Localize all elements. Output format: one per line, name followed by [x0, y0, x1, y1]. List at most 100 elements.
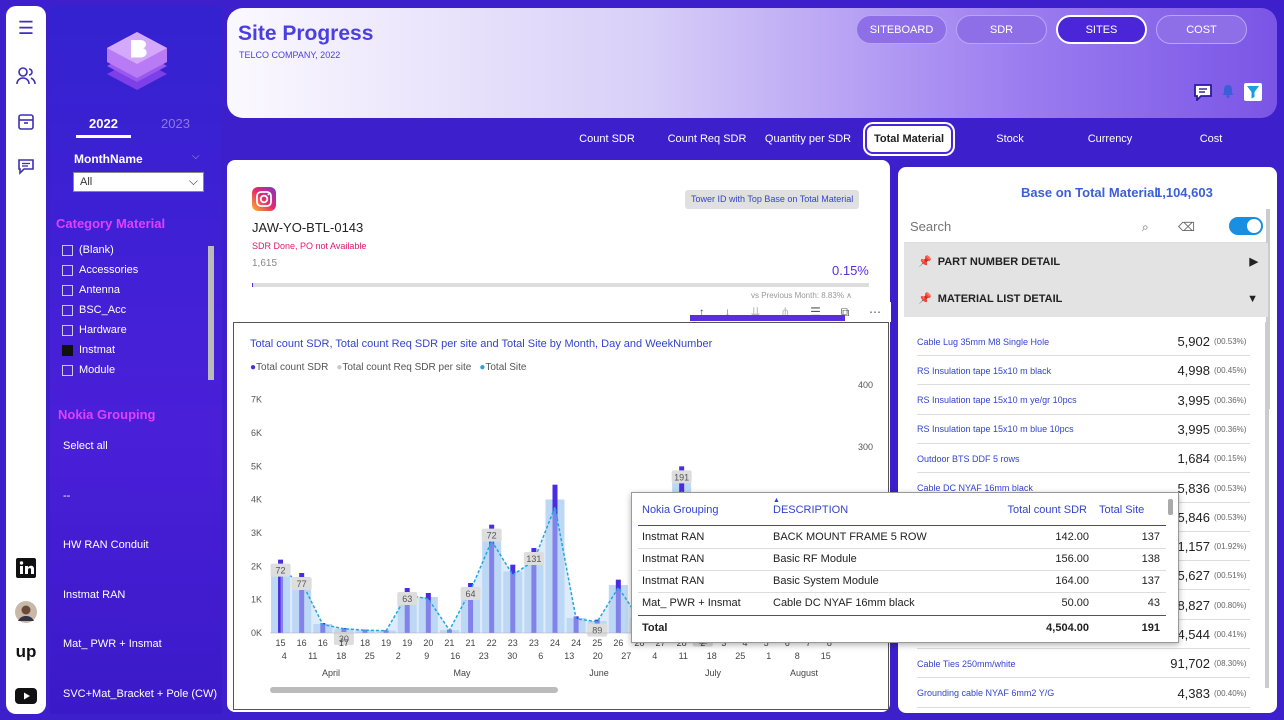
x-day-label: 24 — [571, 638, 581, 648]
nokia-item[interactable]: Select all — [63, 440, 108, 452]
nokia-item[interactable]: Mat_ PWR + Insmat — [63, 638, 162, 650]
upwork-icon[interactable]: up — [14, 640, 38, 664]
tab-total-material[interactable]: Total Material — [865, 124, 953, 154]
material-row[interactable]: RS Insulation tape 15x10 m ye/gr 10pcs 3,… — [917, 387, 1250, 415]
material-row[interactable]: Cable Lug 35mm M8 Single Hole 5,902 (00.53… — [917, 328, 1250, 356]
toggle-switch[interactable] — [1229, 217, 1263, 235]
checkbox[interactable] — [62, 364, 73, 376]
material-row[interactable]: Grounding cable NYAF 6mm2 Y/G 4,383 (00.40… — [917, 680, 1250, 708]
category-item[interactable]: Accessories — [62, 261, 138, 279]
checkbox[interactable] — [62, 304, 73, 316]
tab-count-sdr[interactable]: Count SDR — [567, 124, 647, 154]
checkbox[interactable] — [62, 284, 73, 296]
part-number-detail-label: PART NUMBER DETAIL — [937, 255, 1061, 268]
th-total-count-sdr[interactable]: Total count SDR — [1008, 504, 1087, 516]
chevron-down-icon[interactable]: ⌵ — [192, 151, 200, 162]
nokia-item[interactable]: SVC+Mat_Bracket + Pole (CW) — [63, 688, 217, 700]
avatar[interactable] — [14, 600, 38, 624]
part-number-detail-row[interactable]: 📌 PART NUMBER DETAIL ▶ — [904, 243, 1268, 280]
search-input[interactable] — [910, 219, 1110, 234]
pin-icon: 📌 — [918, 256, 932, 268]
th-nokia-grouping[interactable]: Nokia Grouping — [642, 504, 718, 516]
nokia-item[interactable]: -- — [63, 490, 70, 502]
nokia-item[interactable]: Instmat RAN — [63, 589, 125, 601]
year-tab-2023[interactable]: 2023 — [161, 116, 190, 131]
x-day-label: 24 — [550, 638, 560, 648]
x-week-label: 11 — [679, 651, 688, 661]
material-pct: (00.40%) — [1214, 688, 1247, 698]
youtube-icon[interactable] — [14, 684, 38, 708]
x-week-label: 13 — [564, 651, 574, 661]
bell-icon[interactable] — [1222, 84, 1234, 103]
material-row[interactable]: Cable Ties 250mm/white 91,702 (08.30%) — [917, 650, 1250, 679]
category-item[interactable]: Module — [62, 361, 115, 379]
tab-quantity-per-sdr[interactable]: Quantity per SDR — [761, 124, 855, 154]
data-label: 72 — [487, 531, 497, 541]
category-scrollbar[interactable] — [208, 246, 214, 380]
tab-count-req-sdr[interactable]: Count Req SDR — [663, 124, 751, 154]
users-icon[interactable] — [14, 64, 38, 88]
chart-scrollbar[interactable] — [270, 687, 558, 693]
checkbox[interactable] — [62, 244, 73, 256]
linkedin-icon[interactable] — [14, 556, 38, 580]
x-week-label: 16 — [450, 651, 460, 661]
page-subtitle: TELCO COMPANY, 2022 — [239, 50, 341, 60]
x-week-label: 4 — [282, 651, 287, 661]
filter-icon[interactable] — [1244, 83, 1262, 101]
x-week-label: 11 — [308, 651, 317, 661]
tab-stock[interactable]: Stock — [975, 124, 1045, 154]
material-pct: (08.30%) — [1214, 659, 1247, 669]
menu-icon[interactable]: ☰ — [14, 16, 38, 40]
select-chevron-icon: ⌵ — [188, 174, 198, 188]
th-description[interactable]: DESCRIPTION — [773, 504, 848, 516]
checkbox[interactable] — [62, 324, 73, 336]
material-row[interactable]: Outdoor BTS DDF 5 rows 1,684 (00.15%) — [917, 445, 1250, 474]
x-week-label: 8 — [795, 651, 800, 661]
month-select-value: All — [80, 176, 93, 188]
x-week-label: 2 — [396, 651, 401, 661]
material-pct: (00.36%) — [1214, 424, 1247, 434]
category-item[interactable]: BSC_Acc — [62, 301, 126, 319]
nokia-item[interactable]: HW RAN Conduit — [63, 539, 149, 551]
eraser-icon[interactable]: ⌫ — [1178, 220, 1195, 234]
material-list-detail-row[interactable]: 📌 MATERIAL LIST DETAIL ▼ — [904, 280, 1268, 317]
nav-siteboard[interactable]: SITEBOARD — [856, 15, 947, 44]
month-select[interactable]: All ⌵ — [73, 172, 204, 192]
highlight-strip — [690, 315, 845, 321]
chat-icon[interactable] — [14, 154, 38, 178]
category-item[interactable]: Antenna — [62, 281, 120, 299]
material-value: 5,627 — [1177, 568, 1210, 584]
x-day-label: 16 — [297, 638, 307, 648]
category-item-label: Antenna — [79, 284, 120, 296]
material-row[interactable]: RS Insulation tape 15x10 m blue 10pcs 3,9… — [917, 416, 1250, 444]
tab-cost[interactable]: Cost — [1176, 124, 1246, 154]
x-day-label: 15 — [276, 638, 286, 648]
th-total-site[interactable]: Total Site — [1099, 504, 1144, 516]
x-day-label: 21 — [466, 638, 476, 648]
nav-sdr[interactable]: SDR — [956, 15, 1047, 44]
page-title: Site Progress — [238, 22, 374, 45]
search-icon[interactable]: ⌕ — [1142, 220, 1149, 235]
category-item[interactable]: Hardware — [62, 321, 127, 339]
archive-icon[interactable] — [14, 110, 38, 134]
year-tab-2022[interactable]: 2022 — [76, 116, 131, 138]
category-item[interactable]: (Blank) — [62, 241, 114, 259]
checkbox[interactable] — [62, 344, 73, 356]
y-tick-label: 3K — [251, 528, 262, 538]
comment-icon[interactable] — [1193, 83, 1213, 106]
tooltip-total-site: 191 — [1141, 622, 1160, 634]
more-options-icon[interactable]: ⋯ — [869, 305, 881, 319]
x-week-label: 30 — [507, 651, 517, 661]
category-item[interactable]: Instmat — [62, 341, 115, 359]
tab-currency[interactable]: Currency — [1075, 124, 1145, 154]
material-value: 5,836 — [1177, 480, 1210, 496]
material-scrollbar[interactable] — [1265, 322, 1269, 688]
tooltip-cell-description: Basic System Module — [773, 575, 879, 587]
nav-sites[interactable]: SITES — [1056, 15, 1147, 44]
checkbox[interactable] — [62, 264, 73, 276]
material-row[interactable]: RS Insulation tape 15x10 m black 4,998 (00… — [917, 357, 1250, 386]
x-week-label: 25 — [735, 651, 745, 661]
nav-cost[interactable]: COST — [1156, 15, 1247, 44]
tooltip-scrollbar[interactable] — [1168, 499, 1173, 515]
x-day-label: 18 — [360, 638, 370, 648]
